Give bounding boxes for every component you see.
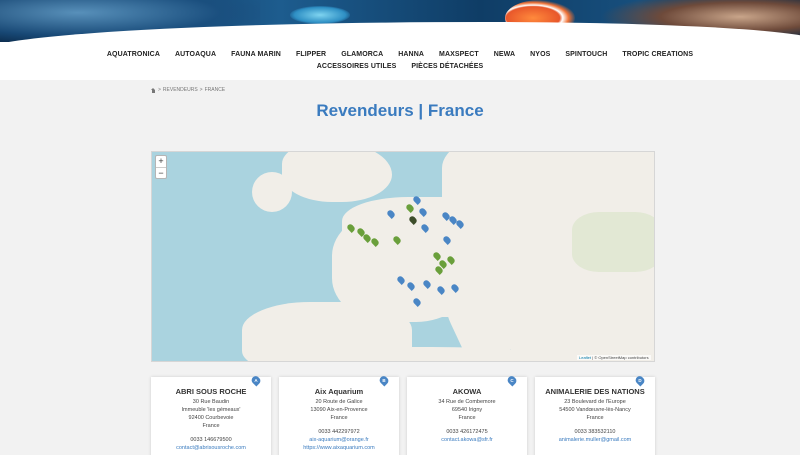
page-title: Revendeurs | France xyxy=(0,101,800,121)
dealer-address-line: 69540 Irigny xyxy=(451,407,483,413)
card-marker-letter: B xyxy=(382,378,386,383)
nav-item-nyos[interactable]: NYOS xyxy=(530,51,550,58)
banner-fish xyxy=(290,6,350,24)
page-title-main: Revendeurs xyxy=(316,101,414,120)
map-land-east xyxy=(572,212,654,272)
breadcrumb-separator: > xyxy=(199,87,203,93)
nav-item-fauna-marin[interactable]: FAUNA MARIN xyxy=(231,51,281,58)
card-marker-letter: C xyxy=(510,378,514,383)
map-land-ireland xyxy=(252,172,292,212)
zoom-out-button[interactable]: − xyxy=(156,167,166,178)
nav-item-maxspect[interactable]: MAXSPECT xyxy=(439,51,479,58)
map-land-britain xyxy=(282,152,392,202)
dealer-address-line: France xyxy=(586,415,604,421)
dealer-card: C AKOWA 34 Rue de Combemore 69540 Irigny… xyxy=(407,374,527,455)
card-marker-letter: A xyxy=(254,378,258,383)
brand-nav: AQUATRONICA AUTOAQUA FAUNA MARIN FLIPPER… xyxy=(0,42,800,80)
dealer-name: ANIMALERIE DES NATIONS xyxy=(545,387,645,396)
nav-item-tropic-creations[interactable]: TROPIC CREATIONS xyxy=(622,51,693,58)
brand-nav-row-1: AQUATRONICA AUTOAQUA FAUNA MARIN FLIPPER… xyxy=(0,51,800,58)
dealer-address-line: Immeuble 'les gémeaux' xyxy=(181,407,241,413)
attribution-text: | © OpenStreetMap contributors xyxy=(592,355,649,360)
dealer-email-link[interactable]: animalerie.muller@gmail.com xyxy=(535,436,655,444)
dealer-address-line: France xyxy=(458,415,476,421)
breadcrumb-item-france: FRANCE xyxy=(204,87,226,93)
dealer-name: Aix Aquarium xyxy=(314,387,364,396)
page-title-separator: | xyxy=(418,101,424,120)
nav-item-flipper[interactable]: FLIPPER xyxy=(296,51,326,58)
dealer-phone: 0033 146679500 xyxy=(190,437,232,443)
dealer-card: A ABRI SOUS ROCHE 30 Rue Baudin Immeuble… xyxy=(151,374,271,455)
brand-nav-row-2: ACCESSOIRES UTILES PIÈCES DÉTACHÉES xyxy=(0,63,800,70)
page-title-country: France xyxy=(427,101,484,120)
nav-item-accessoires-utiles[interactable]: ACCESSOIRES UTILES xyxy=(317,63,397,70)
breadcrumb: > REVENDEURS > FRANCE xyxy=(151,87,225,93)
map-zoom-control: + − xyxy=(155,155,167,179)
map-land-balkans xyxy=(502,262,654,361)
dealer-card: B Aix Aquarium 20 Route de Galice 13090 … xyxy=(279,374,399,455)
attribution-leaflet-link[interactable]: Leaflet xyxy=(579,355,591,360)
nav-item-glamorca[interactable]: GLAMORCA xyxy=(341,51,383,58)
dealer-address-line: France xyxy=(202,423,220,429)
dealer-address-line: France xyxy=(330,415,348,421)
dealer-card: D ANIMALERIE DES NATIONS 23 Boulevard de… xyxy=(535,374,655,455)
card-marker-letter: D xyxy=(638,378,642,383)
nav-item-newa[interactable]: NEWA xyxy=(494,51,515,58)
nav-item-pieces-detachees[interactable]: PIÈCES DÉTACHÉES xyxy=(411,63,483,70)
map-attribution: Leaflet | © OpenStreetMap contributors xyxy=(577,355,651,360)
nav-item-aquatronica[interactable]: AQUATRONICA xyxy=(107,51,160,58)
dealer-name: ABRI SOUS ROCHE xyxy=(175,387,247,396)
map-land-north-africa xyxy=(252,347,552,361)
dealer-email-link[interactable]: contact.akowa@sfr.fr xyxy=(407,436,527,444)
header-banner-image xyxy=(0,0,800,42)
dealer-map[interactable] xyxy=(151,151,655,362)
dealer-address-line: 92400 Courbevoie xyxy=(188,415,234,421)
dealer-address-line: 13090 Aix-en-Provence xyxy=(310,407,368,413)
dealer-address-line: 30 Rue Baudin xyxy=(192,399,230,405)
breadcrumb-separator: > xyxy=(158,87,161,93)
dealer-phone: 0033 383532110 xyxy=(574,429,616,435)
nav-item-spintouch[interactable]: SPINTOUCH xyxy=(565,51,607,58)
dealer-phone: 0033 426172475 xyxy=(446,429,488,435)
nav-item-autoaqua[interactable]: AUTOAQUA xyxy=(175,51,216,58)
dealer-address-line: 34 Rue de Combemore xyxy=(438,399,496,405)
breadcrumb-item-revendeurs[interactable]: REVENDEURS xyxy=(163,87,198,93)
home-icon[interactable] xyxy=(151,87,156,93)
dealer-email-link[interactable]: contact@abrisousroche.com xyxy=(151,444,271,452)
nav-item-hanna[interactable]: HANNA xyxy=(398,51,424,58)
dealer-website-link[interactable]: https://www.aixaquarium.com xyxy=(279,444,399,452)
zoom-in-button[interactable]: + xyxy=(156,156,166,167)
dealer-address-line: 23 Boulevard de l'Europe xyxy=(564,399,626,405)
dealer-phone: 0033 442297972 xyxy=(318,429,360,435)
dealer-address-line: 54500 Vandœuvre-lès-Nancy xyxy=(559,407,631,413)
dealer-email-link[interactable]: aix-aquarium@orange.fr xyxy=(279,436,399,444)
dealer-name: AKOWA xyxy=(452,387,482,396)
dealer-address-line: 20 Route de Galice xyxy=(315,399,363,405)
